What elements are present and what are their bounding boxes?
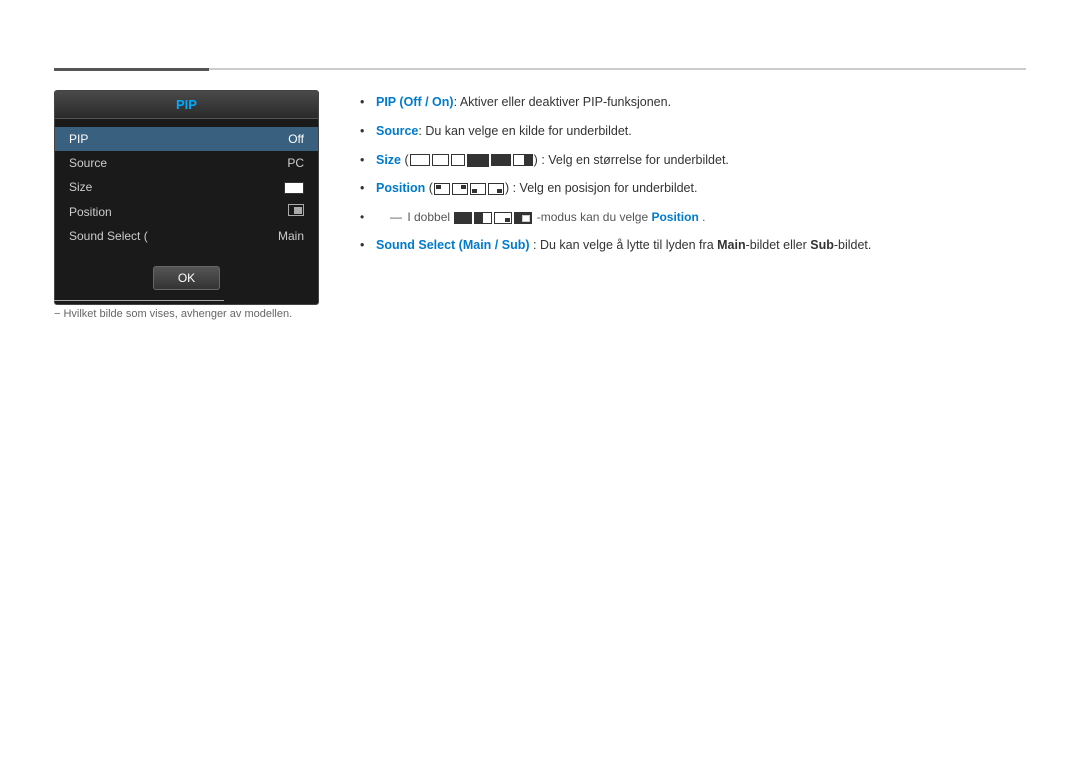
- pip-item-label-position: Position: [69, 205, 112, 219]
- source-desc: : Du kan velge en kilde for underbildet.: [418, 124, 631, 138]
- double-icon-group: [454, 212, 532, 224]
- bullet-item-pip: PIP (Off / On): Aktiver eller deaktiver …: [360, 88, 1026, 117]
- position-label: Position: [376, 181, 425, 195]
- pos-icon-tr: [452, 183, 468, 195]
- footnote-text: − Hvilket bilde som vises, avhenger av m…: [54, 308, 292, 320]
- bullet-item-source: Source: Du kan velge en kilde for underb…: [360, 117, 1026, 146]
- double-prefix: I dobbel: [407, 210, 453, 224]
- pip-item-label-pip: PIP: [69, 132, 88, 146]
- position-icon: [288, 204, 304, 216]
- soundselect-label: Sound Select (Main / Sub): [376, 238, 530, 252]
- source-label: Source: [376, 124, 418, 138]
- pos-dot-bl: [472, 189, 477, 193]
- pip-menu-item-size[interactable]: Size: [55, 175, 318, 199]
- pip-item-value-pip: Off: [288, 132, 304, 146]
- pip-panel: PIP PIP Off Source PC Size Position Soun…: [54, 90, 319, 305]
- dbl-icon-4: [514, 212, 532, 224]
- top-divider-accent: [54, 68, 209, 71]
- double-position-label: Position: [651, 210, 698, 224]
- size-icon-2: [432, 154, 449, 166]
- pip-item-value-position: [288, 204, 304, 219]
- soundselect-desc: : Du kan velge å lytte til lyden fra Mai…: [533, 238, 871, 252]
- content-area: PIP (Off / On): Aktiver eller deaktiver …: [360, 88, 1026, 260]
- size-icon-5: [491, 154, 511, 166]
- dbl-icon-3-dot: [505, 218, 510, 222]
- bullet-item-position: Position ( ) : Velg en posisjon for unde…: [360, 174, 1026, 203]
- dbl-icon-3: [494, 212, 512, 224]
- bullet-item-size: Size ( ) : Velg en størrelse for underbi…: [360, 146, 1026, 175]
- pos-dot-br: [497, 189, 502, 193]
- bullet-item-double: — I dobbel -modus kan du velge Position …: [360, 203, 1026, 231]
- dbl-icon-2: [474, 212, 492, 224]
- size-desc: : Velg en størrelse for underbildet.: [541, 153, 729, 167]
- pos-icon-br: [488, 183, 504, 195]
- size-icons-inline: ( ): [405, 153, 542, 167]
- size-icon-group: [410, 154, 533, 167]
- pos-icon-tl: [434, 183, 450, 195]
- size-icon-6: [513, 154, 533, 166]
- bullet-list: PIP (Off / On): Aktiver eller deaktiver …: [360, 88, 1026, 260]
- ok-button-container: OK: [55, 256, 318, 304]
- size-icon-3: [451, 154, 465, 166]
- pip-label: PIP (Off / On): [376, 95, 454, 109]
- pip-panel-title: PIP: [55, 91, 318, 119]
- pip-item-value-size: [284, 180, 304, 194]
- pos-dot-tl: [436, 185, 441, 189]
- pip-menu-item-source[interactable]: Source PC: [55, 151, 318, 175]
- dbl-icon-1: [454, 212, 472, 224]
- pip-item-value-source: PC: [287, 156, 304, 170]
- pos-dot-tr: [461, 185, 466, 189]
- ok-button[interactable]: OK: [153, 266, 220, 290]
- position-desc: : Velg en posisjon for underbildet.: [513, 181, 698, 195]
- size-icon-small: [284, 182, 304, 194]
- footnote-divider: [54, 300, 224, 301]
- double-period: .: [702, 210, 705, 224]
- pip-item-label-size: Size: [69, 180, 92, 194]
- bullet-item-soundselect: Sound Select (Main / Sub) : Du kan velge…: [360, 231, 1026, 260]
- position-icons-inline: ( ): [429, 181, 513, 195]
- pip-menu-item-pip[interactable]: PIP Off: [55, 127, 318, 151]
- position-icon-group: [434, 183, 504, 195]
- size-icon-1: [410, 154, 430, 166]
- pip-desc: : Aktiver eller deaktiver PIP-funksjonen…: [454, 95, 671, 109]
- double-suffix: -modus kan du velge: [537, 210, 652, 224]
- size-label: Size: [376, 153, 401, 167]
- pip-item-value-soundselect: Main: [278, 229, 304, 243]
- pip-menu-list: PIP Off Source PC Size Position Sound Se…: [55, 119, 318, 256]
- pip-menu-item-soundselect[interactable]: Sound Select ( Main: [55, 224, 318, 248]
- pos-icon-bl: [470, 183, 486, 195]
- size-icon-4: [467, 154, 489, 167]
- pip-item-label-soundselect: Sound Select (: [69, 229, 148, 243]
- pip-menu-item-position[interactable]: Position: [55, 199, 318, 224]
- pip-item-label-source: Source: [69, 156, 107, 170]
